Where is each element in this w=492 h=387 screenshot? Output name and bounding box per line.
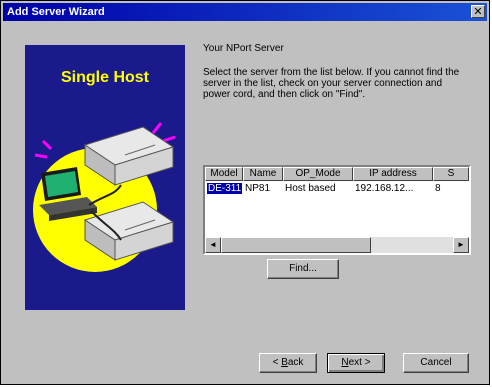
close-button[interactable]: ✕ (471, 5, 485, 18)
window-title: Add Server Wizard (7, 6, 105, 18)
column-header-ip-address[interactable]: IP address (353, 167, 433, 181)
page-heading: Your NPort Server (203, 43, 284, 54)
cell-s: 8 (435, 183, 441, 194)
cell-op-mode: Host based (285, 183, 336, 194)
column-header-s[interactable]: S (433, 167, 469, 181)
back-mnemonic: B (281, 357, 288, 368)
column-header-op-mode[interactable]: OP_Mode (283, 167, 353, 181)
wizard-window: Add Server Wizard ✕ Single Host Your NPo… (0, 0, 490, 385)
next-rest: ext > (348, 357, 371, 368)
title-bar[interactable]: Add Server Wizard ✕ (3, 3, 487, 21)
list-header: Model Name OP_Mode IP address S (205, 167, 469, 181)
table-row[interactable]: DE-311 NP81 Host based 192.168.12... 8 (205, 182, 469, 196)
server-list[interactable]: Model Name OP_Mode IP address S DE-311 N… (203, 165, 471, 255)
wizard-sidebar-image: Single Host (25, 45, 185, 310)
scroll-right-icon[interactable]: ► (453, 237, 469, 253)
find-button[interactable]: Find... (267, 259, 339, 279)
instruction-text: Select the server from the list below. I… (203, 67, 460, 100)
close-icon: ✕ (473, 5, 483, 18)
cell-ip-address: 192.168.12... (355, 183, 414, 194)
cell-model: DE-311 (205, 182, 243, 196)
column-header-name[interactable]: Name (243, 167, 283, 181)
back-button[interactable]: < Back (259, 353, 317, 373)
scroll-thumb[interactable] (221, 237, 371, 253)
server-illustration (33, 122, 176, 272)
horizontal-scrollbar[interactable]: ◄ ► (205, 237, 469, 253)
cancel-button[interactable]: Cancel (403, 353, 469, 373)
scroll-left-icon[interactable]: ◄ (205, 237, 221, 253)
scroll-track[interactable] (221, 237, 453, 253)
cell-name: NP81 (245, 183, 271, 194)
column-header-model[interactable]: Model (205, 167, 243, 181)
next-button[interactable]: Next > (327, 353, 385, 373)
back-prefix: < (272, 357, 282, 368)
back-rest: ack (287, 357, 304, 368)
cell-model-text: DE-311 (207, 183, 243, 194)
next-mnemonic: N (341, 357, 349, 368)
